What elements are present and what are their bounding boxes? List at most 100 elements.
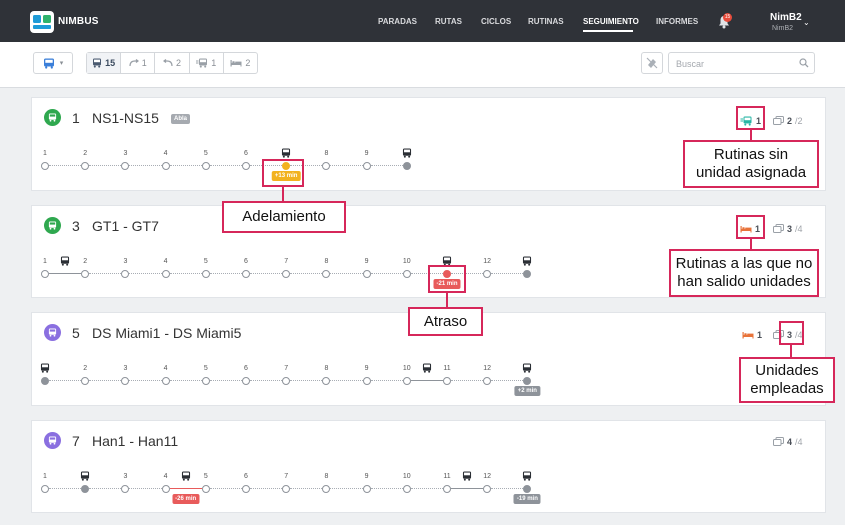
- stop-marker: [242, 161, 250, 170]
- user-name[interactable]: NimB2: [770, 12, 802, 23]
- active-tab-indicator: [583, 30, 633, 32]
- app-logo-text[interactable]: NIMBUS: [58, 16, 99, 27]
- stop-marker: [483, 376, 492, 385]
- callout-unassigned: Rutinas sin unidad asignada: [683, 140, 819, 188]
- route-segment: [89, 273, 122, 274]
- route-segment: [290, 488, 323, 489]
- callout-units-used: Unidades empleadas: [739, 357, 835, 403]
- units-used-stat[interactable]: 4/4: [773, 437, 803, 447]
- nav-informes[interactable]: INFORMES: [656, 17, 698, 26]
- nav-rutinas[interactable]: RUTINAS: [528, 17, 564, 26]
- route-segment: [169, 380, 202, 381]
- route-segment: [290, 380, 323, 381]
- stop-marker: [121, 484, 130, 493]
- vehicle-type-dropdown[interactable]: ▾: [33, 52, 73, 74]
- stop-number: 1: [43, 473, 47, 480]
- bus-icon: [48, 436, 57, 445]
- units-used-stat[interactable]: 2/2: [773, 116, 803, 126]
- filter-not-departed[interactable]: 2: [224, 53, 257, 73]
- route-segment: [89, 380, 122, 381]
- bus-icon: [181, 468, 190, 481]
- route-segment: [129, 380, 162, 381]
- chevron-down-icon[interactable]: ⌄: [803, 18, 810, 27]
- stop-marker: [161, 269, 170, 278]
- stop-marker: [282, 484, 291, 493]
- callout-line: [446, 293, 448, 307]
- bus-icon: [61, 253, 70, 266]
- stop-number: 6: [244, 258, 248, 265]
- stop-marker: [402, 376, 411, 385]
- notification-badge: 15: [723, 13, 732, 22]
- stop-marker: [402, 484, 411, 493]
- clear-filter-button[interactable]: [641, 52, 663, 74]
- route-number: 1: [72, 110, 80, 126]
- route-name[interactable]: NS1-NS15: [92, 110, 159, 126]
- stop-marker: [322, 269, 331, 278]
- stop-marker: [322, 161, 331, 170]
- route-number: 5: [72, 325, 80, 341]
- stop-number: 9: [364, 473, 369, 480]
- delay-label: -19 min: [513, 494, 541, 504]
- stop-number: 5: [203, 150, 208, 157]
- bus-icon: [81, 468, 90, 481]
- stop-number: 6: [244, 473, 248, 480]
- bus-icon: [402, 145, 411, 158]
- stop-marker: [41, 484, 49, 493]
- nav-seguimiento[interactable]: SEGUIMIENTO: [583, 17, 639, 26]
- stop-number: 5: [203, 365, 208, 372]
- filter-no-unit[interactable]: 1: [190, 53, 224, 73]
- stop-marker: [242, 376, 250, 385]
- buses-icon: [773, 437, 784, 446]
- filter-all-buses[interactable]: 15: [87, 53, 122, 73]
- route-segment: [410, 488, 443, 489]
- search-input[interactable]: [676, 57, 794, 70]
- stop-number: 12: [483, 258, 492, 265]
- route-segment: [250, 380, 283, 381]
- stop-number: 10: [402, 365, 411, 372]
- search-icon[interactable]: [799, 58, 809, 68]
- not-departed-routines-stat[interactable]: 1: [742, 330, 762, 340]
- route-name[interactable]: DS Miami1 - DS Miami5: [92, 325, 241, 341]
- nav-ciclos[interactable]: CICLOS: [481, 17, 511, 26]
- delay-label: +2 min: [514, 386, 540, 396]
- route-badge: Abla: [171, 114, 191, 124]
- callout-line: [790, 345, 792, 357]
- filter-group: 15 1 2 1 2: [86, 52, 258, 74]
- nimbus-logo-icon[interactable]: [30, 11, 54, 33]
- stop-marker: [121, 161, 130, 170]
- filter-late[interactable]: 2: [155, 53, 190, 73]
- route-segment: [491, 488, 524, 489]
- stop-number: 10: [402, 473, 411, 480]
- route-segment: [330, 380, 363, 381]
- stop-marker: [161, 376, 170, 385]
- stop-marker: [161, 161, 170, 170]
- bus-icon: [422, 360, 431, 373]
- route-segment: [89, 488, 122, 489]
- stop-marker: [523, 269, 532, 278]
- route-segment: [129, 488, 162, 489]
- nav-rutas[interactable]: RUTAS: [435, 17, 462, 26]
- stop-marker: [201, 484, 210, 493]
- route-segment: [370, 273, 403, 274]
- route-name[interactable]: GT1 - GT7: [92, 218, 159, 234]
- units-used-stat[interactable]: 3/4: [773, 224, 803, 234]
- stop-number: 3: [123, 473, 128, 480]
- stop-number: 6: [244, 150, 248, 157]
- nav-paradas[interactable]: PARADAS: [378, 17, 417, 26]
- route-segment: [169, 165, 202, 166]
- route-segment: [451, 380, 484, 381]
- stop-number: 2: [83, 258, 88, 265]
- route-status-icon: [44, 324, 61, 341]
- filter-early[interactable]: 1: [121, 53, 156, 73]
- stop-marker: [523, 376, 532, 385]
- stop-marker: [201, 161, 210, 170]
- route-name[interactable]: Han1 - Han11: [92, 433, 178, 449]
- stop-number: 3: [123, 258, 128, 265]
- search-box: [668, 52, 815, 74]
- highlight-not-departed: [736, 215, 765, 239]
- eraser-icon: [646, 57, 658, 69]
- stop-number: 4: [163, 258, 168, 265]
- highlight-early: [262, 159, 304, 187]
- route-card-7[interactable]: 7 Han1 - Han11 4/4 1 3 4 5 6 7 8 9 10 11 12 -26 min…: [31, 420, 826, 513]
- route-segment: [49, 488, 82, 489]
